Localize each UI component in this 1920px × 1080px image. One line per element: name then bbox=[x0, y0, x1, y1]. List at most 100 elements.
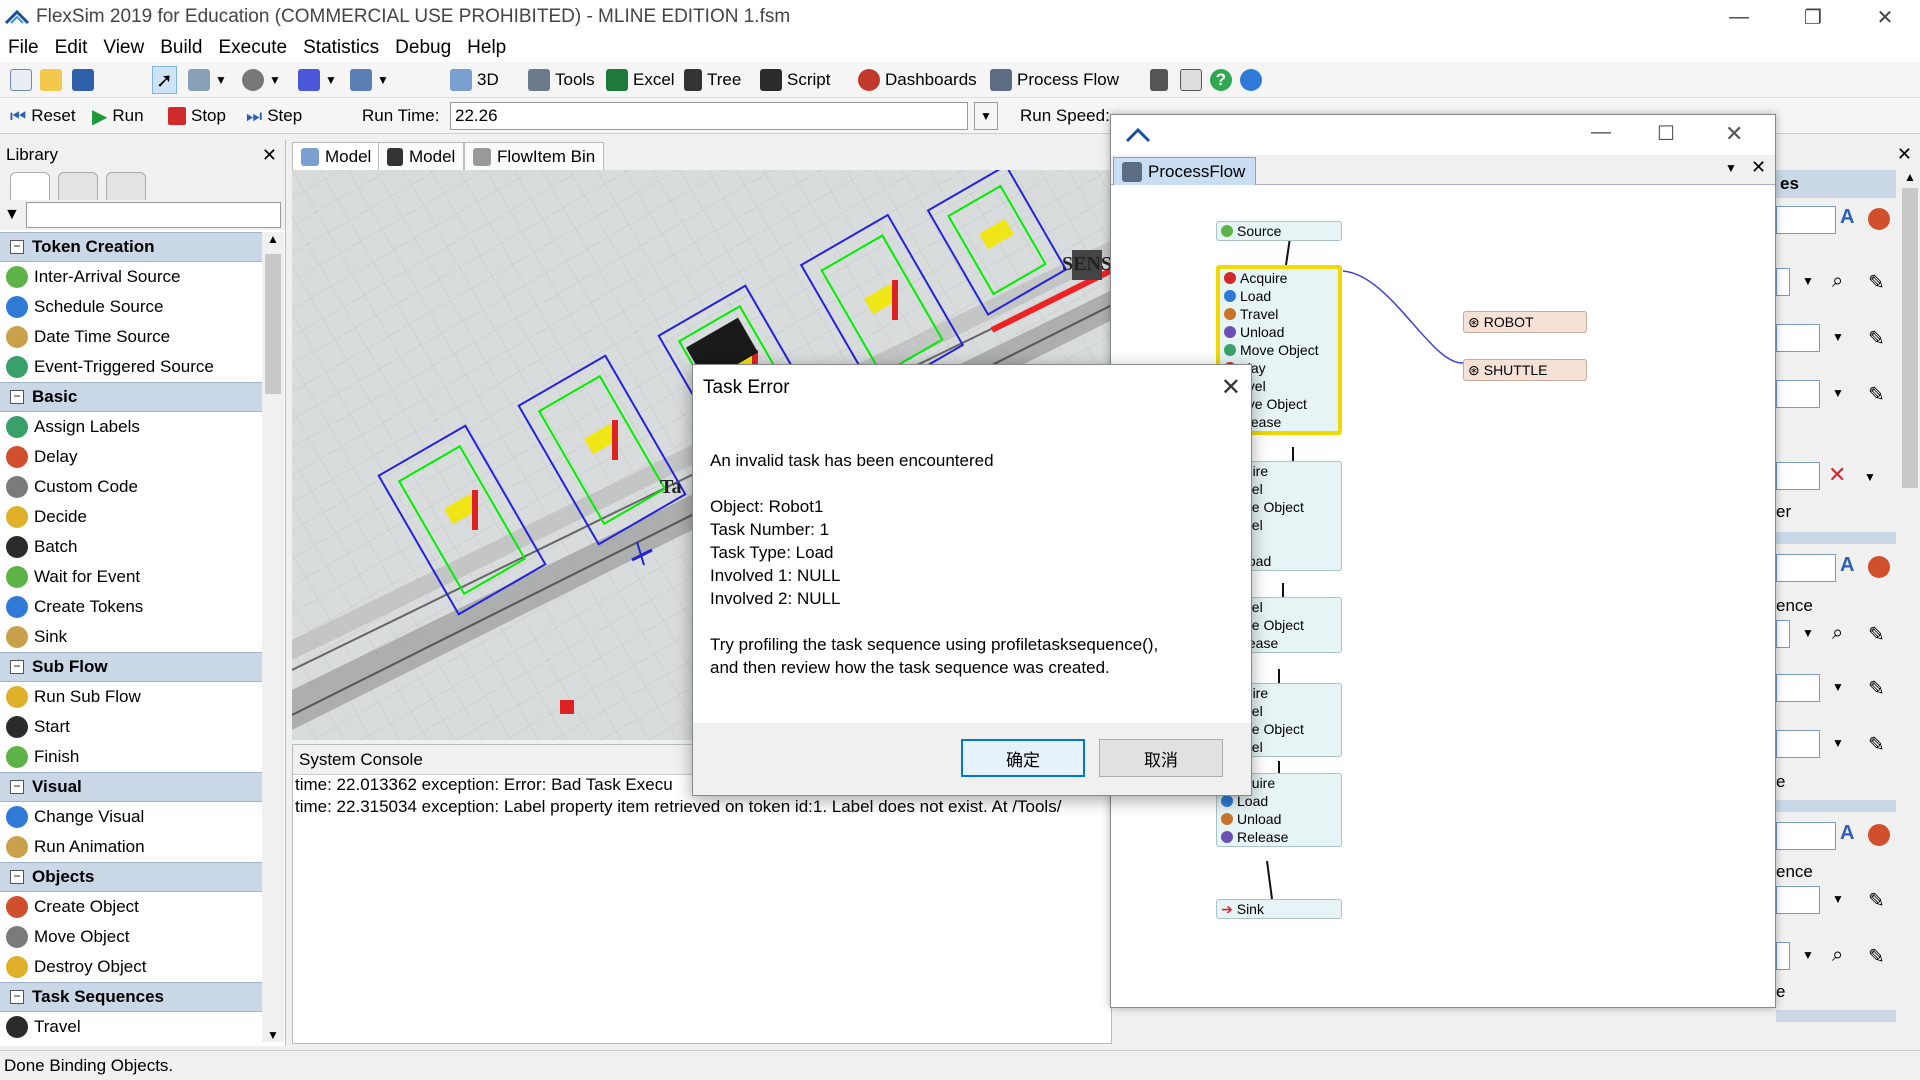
collapse-icon[interactable]: − bbox=[10, 660, 24, 674]
pf-activity[interactable]: Release bbox=[1217, 828, 1341, 846]
menu-file[interactable]: File bbox=[0, 37, 47, 59]
library-item[interactable]: Create Object bbox=[0, 892, 262, 922]
library-item[interactable]: Destroy Object bbox=[0, 952, 262, 982]
pf-activity[interactable]: Acquire bbox=[1220, 269, 1338, 287]
library-item[interactable]: Create Tokens bbox=[0, 592, 262, 622]
excel-button[interactable]: Excel bbox=[606, 66, 675, 94]
library-item[interactable]: Batch bbox=[0, 532, 262, 562]
collapse-icon[interactable]: − bbox=[10, 390, 24, 404]
cancel-button[interactable]: 取消 bbox=[1099, 739, 1223, 777]
minimize-button[interactable]: — bbox=[1591, 121, 1611, 144]
pf-activity[interactable]: Travel bbox=[1220, 305, 1338, 323]
pf-sink-block[interactable]: ➔ Sink bbox=[1216, 899, 1342, 919]
shapes-tool-button[interactable]: ▼ bbox=[242, 66, 281, 94]
library-item[interactable]: Run Animation bbox=[0, 832, 262, 862]
menu-debug[interactable]: Debug bbox=[387, 37, 459, 59]
tab-model-3d[interactable]: Model bbox=[292, 142, 381, 170]
chevron-down-icon[interactable]: ▼ bbox=[1864, 470, 1876, 484]
ok-button[interactable]: 确定 bbox=[961, 739, 1085, 777]
library-tab-images[interactable] bbox=[106, 172, 146, 200]
library-item[interactable]: Travel bbox=[0, 1012, 262, 1042]
3d-button[interactable]: 3D bbox=[450, 66, 499, 94]
close-icon[interactable]: ✕ bbox=[1751, 157, 1766, 178]
prop-field[interactable] bbox=[1776, 206, 1836, 234]
eyedropper-icon[interactable]: ✎ bbox=[1868, 676, 1885, 701]
minimize-button[interactable]: — bbox=[1706, 0, 1772, 34]
prop-field[interactable] bbox=[1776, 380, 1820, 408]
view-tool-button[interactable]: ▼ bbox=[350, 66, 389, 94]
color-tool-button[interactable]: ▼ bbox=[298, 66, 337, 94]
prop-field[interactable] bbox=[1776, 462, 1820, 490]
library-item[interactable]: Change Visual bbox=[0, 802, 262, 832]
eyedropper-icon[interactable]: ✎ bbox=[1868, 888, 1885, 913]
close-button[interactable]: ✕ bbox=[1725, 121, 1743, 147]
window-layout-button[interactable] bbox=[1180, 66, 1202, 94]
library-item[interactable]: Move Object bbox=[0, 922, 262, 952]
close-icon[interactable]: ✕ bbox=[262, 145, 277, 166]
binoculars-icon[interactable]: ⌕ bbox=[1832, 944, 1843, 967]
close-icon[interactable]: ✕ bbox=[1897, 144, 1912, 165]
library-category[interactable]: − Task Sequences bbox=[0, 982, 262, 1012]
pf-source-block[interactable]: Source bbox=[1216, 221, 1342, 241]
library-item[interactable]: Start bbox=[0, 712, 262, 742]
eyedropper-icon[interactable]: ✎ bbox=[1868, 326, 1885, 351]
scroll-up-icon[interactable]: ▲ bbox=[262, 232, 284, 246]
library-item[interactable]: Date Time Source bbox=[0, 322, 262, 352]
library-item[interactable]: Delay bbox=[0, 442, 262, 472]
binoculars-icon[interactable]: ⌕ bbox=[1832, 622, 1843, 645]
dialog-close-button[interactable]: ✕ bbox=[1221, 373, 1241, 402]
prop-field[interactable] bbox=[1776, 886, 1820, 914]
online-button[interactable] bbox=[1240, 66, 1262, 94]
menu-edit[interactable]: Edit bbox=[47, 37, 96, 59]
scroll-up-icon[interactable]: ▲ bbox=[1900, 170, 1920, 184]
chevron-down-icon[interactable]: ▼ bbox=[1832, 736, 1844, 750]
tab-processflow[interactable]: ProcessFlow bbox=[1113, 157, 1257, 185]
connect-tool-button[interactable]: ▼ bbox=[188, 66, 227, 94]
help-button[interactable]: ? bbox=[1210, 66, 1232, 94]
palette-icon[interactable] bbox=[1868, 556, 1890, 578]
library-search-input[interactable] bbox=[25, 202, 281, 228]
pf-activity[interactable]: Unload bbox=[1217, 810, 1341, 828]
library-category[interactable]: − Basic bbox=[0, 382, 262, 412]
tree-button[interactable]: Tree bbox=[684, 66, 741, 94]
chevron-down-icon[interactable]: ▼ bbox=[1832, 386, 1844, 400]
collapse-icon[interactable]: − bbox=[10, 780, 24, 794]
library-item[interactable]: Decide bbox=[0, 502, 262, 532]
run-button[interactable]: ▶ Run bbox=[92, 102, 144, 130]
library-item[interactable]: Wait for Event bbox=[0, 562, 262, 592]
prop-field[interactable] bbox=[1776, 324, 1820, 352]
chevron-down-icon[interactable]: ▼ bbox=[1832, 330, 1844, 344]
library-category[interactable]: − Visual bbox=[0, 772, 262, 802]
maximize-button[interactable]: ☐ bbox=[1657, 121, 1675, 146]
tree-view-button[interactable] bbox=[1150, 66, 1168, 94]
binoculars-icon[interactable]: ⌕ bbox=[1832, 270, 1843, 293]
eyedropper-icon[interactable]: ✎ bbox=[1868, 732, 1885, 757]
save-button[interactable] bbox=[72, 66, 94, 94]
palette-icon[interactable] bbox=[1868, 824, 1890, 846]
new-model-button[interactable] bbox=[10, 66, 32, 94]
prop-field[interactable] bbox=[1776, 730, 1820, 758]
pf-resource-robot[interactable]: ⊛ ROBOT bbox=[1463, 311, 1587, 333]
library-item[interactable]: Inter-Arrival Source bbox=[0, 262, 262, 292]
collapse-icon[interactable]: − bbox=[10, 990, 24, 1004]
pf-activity[interactable]: Load bbox=[1220, 287, 1338, 305]
select-tool-button[interactable]: ➚ bbox=[152, 66, 177, 94]
eyedropper-icon[interactable]: ✎ bbox=[1868, 382, 1885, 407]
menu-execute[interactable]: Execute bbox=[210, 37, 295, 59]
font-icon[interactable]: A bbox=[1840, 822, 1854, 845]
scroll-thumb[interactable] bbox=[1902, 188, 1918, 488]
prop-field[interactable] bbox=[1776, 942, 1790, 970]
close-button[interactable]: ✕ bbox=[1852, 0, 1918, 34]
library-item[interactable]: Sink bbox=[0, 622, 262, 652]
script-button[interactable]: Script bbox=[760, 66, 830, 94]
font-icon[interactable]: A bbox=[1840, 554, 1854, 577]
library-tab-objects[interactable] bbox=[10, 172, 50, 200]
prop-field[interactable] bbox=[1776, 554, 1836, 582]
prop-field[interactable] bbox=[1776, 822, 1836, 850]
eyedropper-icon[interactable]: ✎ bbox=[1868, 622, 1885, 647]
pf-activity[interactable]: Unload bbox=[1220, 323, 1338, 341]
prop-field[interactable] bbox=[1776, 620, 1790, 648]
menu-build[interactable]: Build bbox=[152, 37, 210, 59]
palette-icon[interactable] bbox=[1868, 208, 1890, 230]
chevron-down-icon[interactable]: ▼ bbox=[1802, 626, 1814, 640]
